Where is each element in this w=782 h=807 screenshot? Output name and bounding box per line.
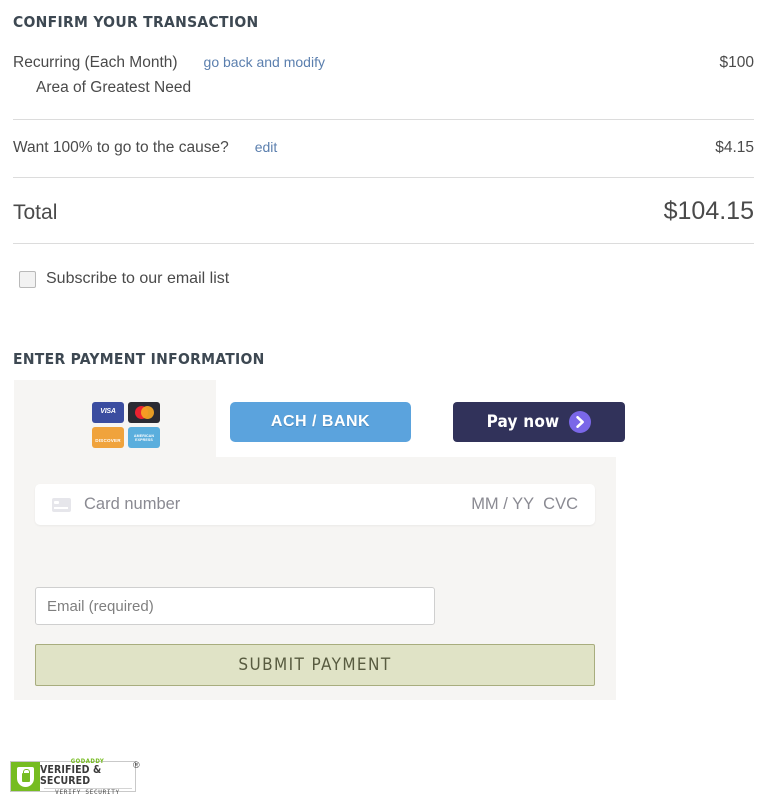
ach-bank-button[interactable]: ACH / BANK	[230, 402, 411, 442]
visa-icon: VISA	[92, 402, 124, 423]
seal-text-group: GODADDY VERIFIED & SECURED VERIFY SECURI…	[40, 758, 135, 796]
seal-verified-label: VERIFIED & SECURED	[40, 763, 102, 787]
discover-icon: DISCOVER	[92, 427, 124, 448]
card-number-placeholder: Card number	[84, 495, 181, 513]
card-brand-icons: VISA DISCOVER AMERICAN EXPRESS	[92, 402, 160, 448]
discover-icon-label: DISCOVER	[95, 438, 121, 443]
checkout-page: CONFIRM YOUR TRANSACTION Recurring (Each…	[0, 0, 782, 807]
visa-icon-label: VISA	[100, 408, 116, 415]
go-back-and-modify-link[interactable]: go back and modify	[204, 54, 325, 70]
total-label: Total	[13, 201, 58, 224]
submit-payment-button[interactable]: SUBMIT PAYMENT	[35, 644, 595, 686]
recurring-label: Recurring (Each Month)	[13, 54, 178, 71]
cause-amount: $4.15	[715, 139, 754, 156]
subscribe-checkbox[interactable]	[19, 270, 36, 288]
total-block: Total $104.15	[13, 178, 754, 243]
card-brands-tab[interactable]: VISA DISCOVER AMERICAN EXPRESS	[14, 380, 216, 472]
recurring-row: Recurring (Each Month) go back and modif…	[13, 54, 754, 72]
cause-block: Want 100% to go to the cause? edit $4.15	[13, 120, 754, 177]
payment-information-heading: ENTER PAYMENT INFORMATION	[13, 350, 265, 368]
cause-label: Want 100% to go to the cause?	[13, 139, 229, 156]
pay-now-label: Pay now	[486, 412, 560, 432]
pay-now-button[interactable]: Pay now	[453, 402, 625, 442]
email-input[interactable]	[35, 587, 435, 625]
card-cvc-placeholder: CVC	[543, 495, 578, 513]
payment-method-buttons: ACH / BANK Pay now	[230, 402, 625, 442]
recurring-block: Recurring (Each Month) go back and modif…	[13, 54, 754, 119]
amex-icon: AMERICAN EXPRESS	[128, 427, 160, 448]
recurring-row-left: Recurring (Each Month) go back and modif…	[13, 54, 325, 72]
card-expiry-cvc[interactable]: MM / YY CVC	[471, 495, 578, 514]
cause-row-left: Want 100% to go to the cause? edit	[13, 139, 277, 157]
cause-row: Want 100% to go to the cause? edit $4.15	[13, 139, 754, 157]
credit-card-icon	[52, 497, 71, 512]
chevron-right-icon	[569, 411, 592, 433]
lock-icon	[21, 769, 31, 782]
total-row: Total $104.15	[13, 197, 754, 226]
transaction-summary: Recurring (Each Month) go back and modif…	[13, 54, 754, 244]
subscribe-row[interactable]: Subscribe to our email list	[19, 270, 229, 288]
seal-verify-security-link[interactable]: VERIFY SECURITY	[43, 787, 132, 797]
designation-label: Area of Greatest Need	[36, 79, 192, 96]
payment-panel: VISA DISCOVER AMERICAN EXPRESS ACH / BAN…	[14, 380, 625, 700]
recurring-amount: $100	[719, 54, 754, 71]
confirm-transaction-heading: CONFIRM YOUR TRANSACTION	[13, 13, 259, 31]
amex-icon-label-2: EXPRESS	[135, 438, 153, 442]
mastercard-yellow-circle	[141, 406, 154, 419]
registered-trademark-symbol: ®	[133, 760, 140, 770]
edit-cause-link[interactable]: edit	[255, 139, 278, 155]
godaddy-security-seal[interactable]: GODADDY VERIFIED & SECURED VERIFY SECURI…	[10, 758, 136, 796]
card-expiry-placeholder: MM / YY	[471, 495, 535, 513]
shield-icon	[11, 762, 40, 791]
mastercard-icon	[128, 402, 160, 423]
divider-after-total	[13, 243, 754, 244]
total-amount: $104.15	[663, 197, 754, 225]
subscribe-label: Subscribe to our email list	[46, 270, 230, 287]
card-number-field[interactable]: Card number MM / YY CVC	[35, 484, 595, 525]
shield-shape	[17, 766, 34, 787]
